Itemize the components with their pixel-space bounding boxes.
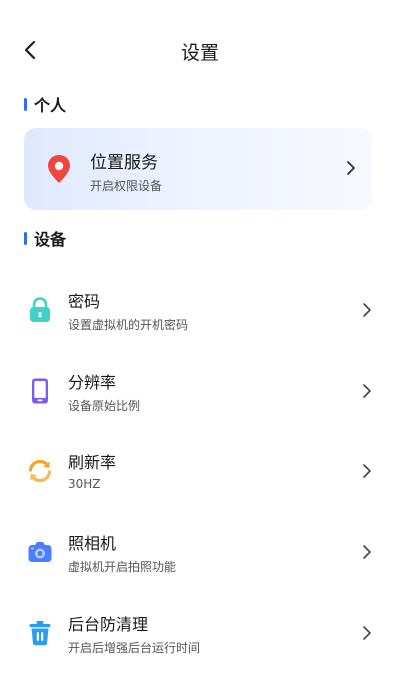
header: 设置 bbox=[0, 28, 400, 72]
row-title: 分辨率 bbox=[68, 373, 117, 392]
row-subtitle: 30HZ bbox=[68, 477, 101, 491]
section-label: 个人 bbox=[34, 96, 67, 115]
row-subtitle: 开启后增强后台运行时间 bbox=[68, 641, 201, 655]
row-title: 刷新率 bbox=[68, 453, 117, 472]
settings-row-camera[interactable]: 照相机 虚拟机开启拍照功能 bbox=[0, 516, 400, 588]
row-subtitle: 设备原始比例 bbox=[68, 399, 141, 413]
chevron-right-icon bbox=[363, 303, 371, 317]
row-title: 照相机 bbox=[68, 534, 117, 553]
trash-icon bbox=[29, 621, 51, 646]
location-pin-icon bbox=[48, 155, 70, 183]
row-subtitle: 设置虚拟机的开机密码 bbox=[68, 318, 189, 332]
location-service-card[interactable]: 位置服务 开启权限设备 bbox=[24, 128, 372, 210]
section-marker bbox=[24, 231, 27, 245]
settings-row-refresh-rate[interactable]: 刷新率 30HZ bbox=[0, 435, 400, 507]
location-subtitle: 开启权限设备 bbox=[90, 179, 163, 193]
row-subtitle: 虚拟机开启拍照功能 bbox=[68, 560, 177, 574]
section-label: 设备 bbox=[34, 230, 67, 249]
location-title: 位置服务 bbox=[90, 153, 158, 173]
page-title: 设置 bbox=[180, 42, 219, 64]
chevron-right-icon bbox=[363, 464, 371, 478]
settings-row-resolution[interactable]: 分辨率 设备原始比例 bbox=[0, 355, 400, 427]
chevron-right-icon bbox=[363, 626, 371, 640]
phone-icon bbox=[32, 378, 48, 404]
settings-row-password[interactable]: 密码 设置虚拟机的开机密码 bbox=[0, 274, 400, 346]
row-title: 密码 bbox=[68, 292, 101, 311]
chevron-right-icon bbox=[363, 384, 371, 398]
section-marker bbox=[24, 97, 27, 111]
refresh-icon bbox=[28, 459, 52, 483]
section-title-device: 设备 bbox=[24, 226, 66, 250]
chevron-right-icon bbox=[363, 545, 371, 559]
section-title-personal: 个人 bbox=[24, 92, 66, 116]
camera-icon bbox=[28, 542, 52, 562]
settings-row-background-protect[interactable]: 后台防清理 开启后增强后台运行时间 bbox=[0, 597, 400, 669]
row-title: 后台防清理 bbox=[68, 615, 149, 634]
lock-icon bbox=[30, 297, 50, 322]
chevron-right-icon bbox=[347, 161, 355, 175]
